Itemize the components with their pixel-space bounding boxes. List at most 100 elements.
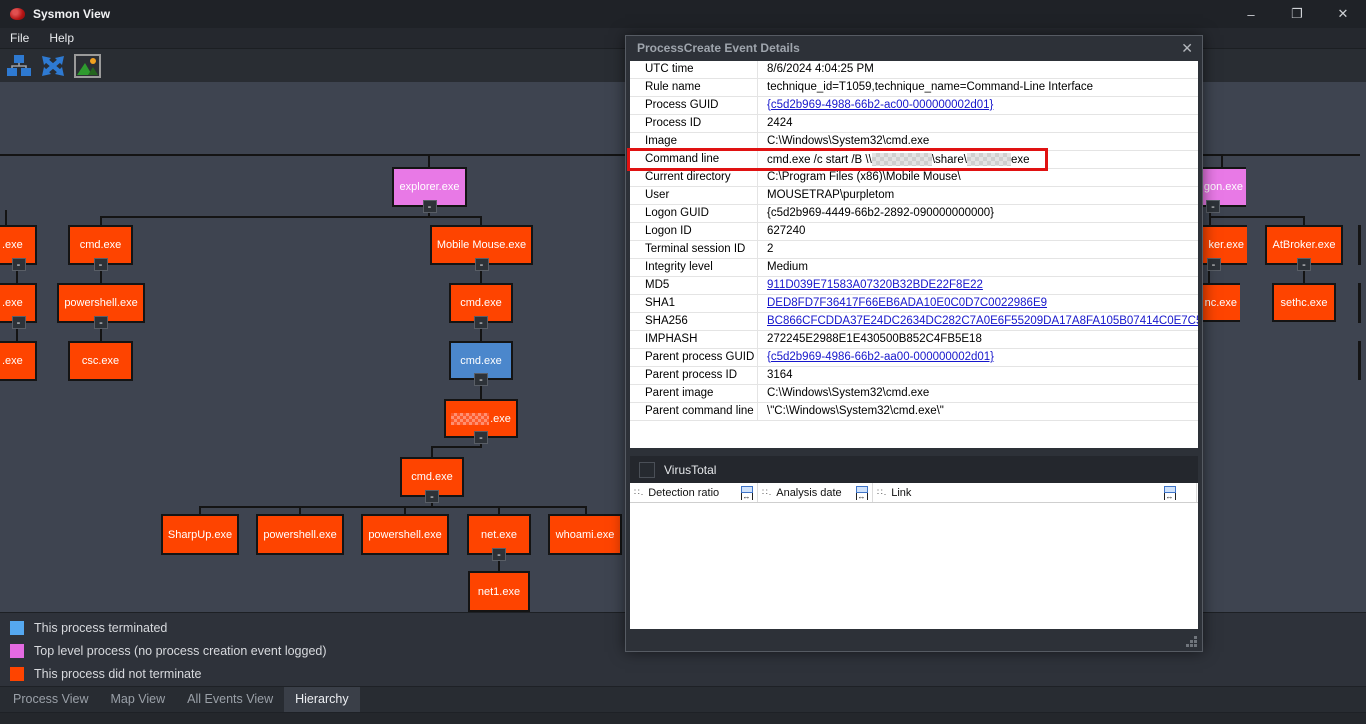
collapse-handle[interactable]: -: [1207, 258, 1221, 271]
redacted-name: [451, 413, 489, 425]
detail-value: 627240: [758, 223, 1198, 240]
detail-label: Image: [630, 133, 758, 150]
column-width-icon-arrows: ↔: [856, 493, 868, 500]
tree-connector: [1358, 341, 1361, 380]
column-width-icon[interactable]: ↔: [855, 486, 868, 500]
detail-row: ImageC:\Windows\System32\cmd.exe: [630, 133, 1198, 151]
column-width-icon-arrows: ↔: [1164, 493, 1176, 500]
tree-connector: [1209, 216, 1305, 218]
tree-connector: [199, 506, 587, 508]
collapse-handle[interactable]: -: [423, 200, 437, 213]
process-node-SharpUp-exe[interactable]: SharpUp.exe: [161, 514, 239, 555]
detail-row: Parent process GUID{c5d2b969-4986-66b2-a…: [630, 349, 1198, 367]
detail-value: {c5d2b969-4449-66b2-2892-090000000000}: [758, 205, 1198, 222]
event-details-dialog: ProcessCreate Event Details ✕ UTC time8/…: [625, 35, 1203, 652]
detail-row: Terminal session ID2: [630, 241, 1198, 259]
collapse-handle[interactable]: -: [94, 258, 108, 271]
detail-value-link[interactable]: BC866CFCDDA37E24DC2634DC282C7A0E6F55209D…: [767, 315, 1198, 327]
process-node-powershell-exe[interactable]: powershell.exe: [361, 514, 449, 555]
column-header-link[interactable]: ∷.Link↔: [873, 483, 1197, 502]
row-grip-icon: ∷.: [762, 487, 772, 498]
detail-label: UTC time: [630, 61, 758, 78]
detail-label: MD5: [630, 277, 758, 294]
detail-value: \"C:\Windows\System32\cmd.exe\": [758, 403, 1198, 420]
detail-value: 8/6/2024 4:04:25 PM: [758, 61, 1198, 78]
virustotal-checkbox[interactable]: [639, 462, 655, 478]
process-node-whoami-exe[interactable]: whoami.exe: [548, 514, 622, 555]
detail-value-link[interactable]: DED8FD7F36417F66EB6ADA10E0C0D7C0022986E9: [767, 297, 1047, 309]
redacted-text: [967, 153, 1011, 166]
column-header-analysis-date[interactable]: ∷.Analysis date↔: [758, 483, 873, 502]
collapse-handle[interactable]: -: [492, 548, 506, 561]
detail-row: SHA256 BC866CFCDDA37E24DC2634DC282C7A0E6F…: [630, 313, 1198, 331]
redacted-text: [872, 153, 932, 166]
row-grip-icon: ∷.: [634, 487, 644, 498]
collapse-handle[interactable]: -: [475, 258, 489, 271]
collapse-handle[interactable]: -: [1206, 200, 1220, 213]
column-header-detection-ratio[interactable]: ∷.Detection ratio↔: [630, 483, 758, 502]
detail-value: 3164: [758, 367, 1198, 384]
detail-label: Parent process ID: [630, 367, 758, 384]
detail-row: SHA1DED8FD7F36417F66EB6ADA10E0C0D7C00229…: [630, 295, 1198, 313]
detail-label: Logon GUID: [630, 205, 758, 222]
virustotal-grid-header: ∷.Detection ratio↔∷.Analysis date↔∷.Link…: [630, 483, 1198, 503]
detail-value: 911D039E71583A07320B32BDE22F8E22: [758, 277, 1198, 294]
event-details-table: UTC time8/6/2024 4:04:25 PMRule nametech…: [630, 61, 1198, 448]
virustotal-label: VirusTotal: [664, 463, 716, 477]
column-width-icon-arrows: ↔: [741, 493, 753, 500]
process-node-net1-exe[interactable]: net1.exe: [468, 571, 530, 612]
detail-value-link[interactable]: 911D039E71583A07320B32BDE22F8E22: [767, 279, 983, 291]
dialog-title-bar[interactable]: ProcessCreate Event Details ✕: [626, 36, 1202, 60]
detail-label: IMPHASH: [630, 331, 758, 348]
detail-label: Command line: [630, 151, 758, 168]
detail-value-link[interactable]: {c5d2b969-4986-66b2-aa00-000000002d01}: [767, 351, 994, 363]
detail-label: Rule name: [630, 79, 758, 96]
detail-label: Current directory: [630, 169, 758, 186]
detail-label: SHA256: [630, 313, 758, 330]
tree-connector: [1358, 283, 1361, 323]
detail-row: Parent process ID3164: [630, 367, 1198, 385]
process-node--exe[interactable]: .exe: [0, 341, 37, 381]
detail-row: Rule nametechnique_id=T1059,technique_na…: [630, 79, 1198, 97]
detail-value-link[interactable]: {c5d2b969-4988-66b2-ac00-000000002d01}: [767, 99, 993, 111]
detail-label: Terminal session ID: [630, 241, 758, 258]
collapse-handle[interactable]: -: [94, 316, 108, 329]
collapse-handle[interactable]: -: [12, 316, 26, 329]
process-node-powershell-exe[interactable]: powershell.exe: [256, 514, 344, 555]
collapse-handle[interactable]: -: [474, 373, 488, 386]
collapse-handle[interactable]: -: [425, 490, 439, 503]
process-node-csc-exe[interactable]: csc.exe: [68, 341, 133, 381]
detail-value: C:\Windows\System32\cmd.exe: [758, 133, 1198, 150]
collapse-handle[interactable]: -: [12, 258, 26, 271]
detail-value: 2: [758, 241, 1198, 258]
sysmon-view-window: Sysmon View – ❐ ✕ FileHelp: [0, 0, 1366, 724]
detail-value: BC866CFCDDA37E24DC2634DC282C7A0E6F55209D…: [758, 313, 1198, 330]
detail-row: MD5 911D039E71583A07320B32BDE22F8E22: [630, 277, 1198, 295]
row-grip-icon: ∷.: [877, 487, 887, 498]
detail-row: Integrity levelMedium: [630, 259, 1198, 277]
process-node-sethc-exe[interactable]: sethc.exe: [1272, 283, 1336, 322]
detail-value: {c5d2b969-4986-66b2-aa00-000000002d01}: [758, 349, 1198, 366]
collapse-handle[interactable]: -: [1297, 258, 1311, 271]
close-icon[interactable]: ✕: [1181, 40, 1193, 57]
tree-connector: [100, 216, 482, 218]
detail-label: Logon ID: [630, 223, 758, 240]
virustotal-section-header: VirusTotal: [630, 456, 1198, 483]
detail-value: MOUSETRAP\purpletom: [758, 187, 1198, 204]
virustotal-grid: ∷.Detection ratio↔∷.Analysis date↔∷.Link…: [630, 483, 1198, 629]
detail-row: Logon GUID{c5d2b969-4449-66b2-2892-09000…: [630, 205, 1198, 223]
detail-label: Parent command line: [630, 403, 758, 420]
collapse-handle[interactable]: -: [474, 431, 488, 444]
detail-value: DED8FD7F36417F66EB6ADA10E0C0D7C0022986E9: [758, 295, 1198, 312]
detail-row: Process ID2424: [630, 115, 1198, 133]
collapse-handle[interactable]: -: [474, 316, 488, 329]
column-width-icon[interactable]: ↔: [740, 486, 753, 500]
detail-row: IMPHASH272245E2988E1E430500B852C4FB5E18: [630, 331, 1198, 349]
column-width-icon[interactable]: ↔: [1163, 486, 1176, 500]
detail-label: User: [630, 187, 758, 204]
detail-row: Current directoryC:\Program Files (x86)\…: [630, 169, 1198, 187]
detail-row: Process GUID{c5d2b969-4988-66b2-ac00-000…: [630, 97, 1198, 115]
detail-label: Parent image: [630, 385, 758, 402]
dialog-resize-grip[interactable]: [1186, 636, 1197, 647]
detail-value: technique_id=T1059,technique_name=Comman…: [758, 79, 1198, 96]
